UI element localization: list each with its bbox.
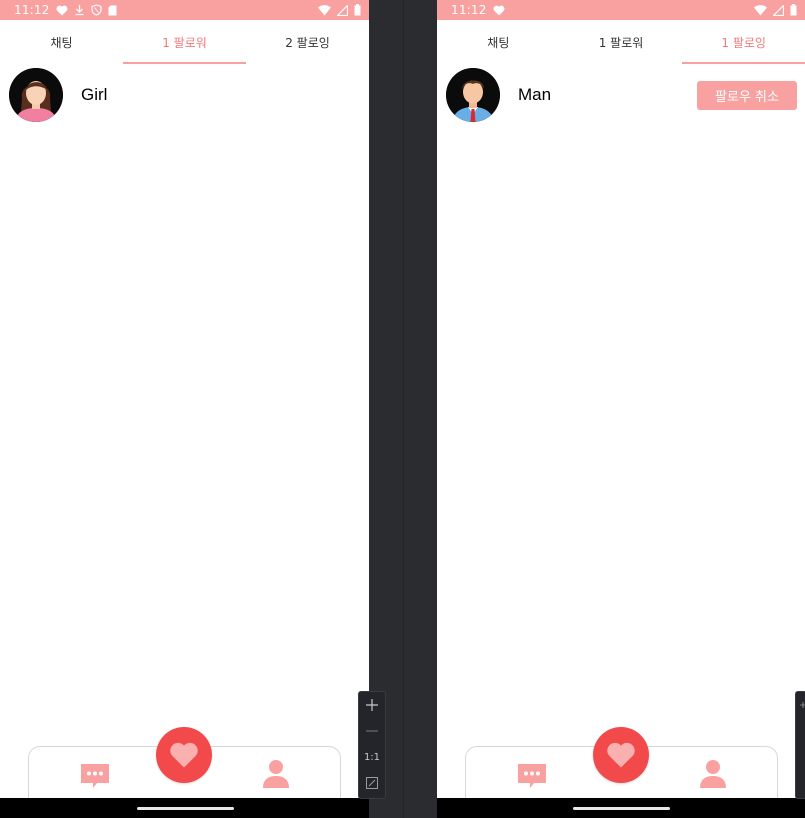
heart-button[interactable] xyxy=(156,727,212,783)
battery-status-icon xyxy=(354,4,361,16)
zoom-reset-button[interactable]: 1:1 xyxy=(359,744,385,770)
person-icon[interactable] xyxy=(699,759,727,789)
chat-bubble-icon[interactable] xyxy=(517,762,547,790)
tab-followers[interactable]: 1 팔로워 xyxy=(123,20,246,64)
list-item[interactable]: Man 팔로우 취소 xyxy=(437,66,805,124)
zoom-controls: 1:1 xyxy=(358,691,386,799)
status-bar: 11:12 xyxy=(0,0,369,20)
contact-name: Girl xyxy=(81,85,108,104)
tab-following[interactable]: 1 팔로잉 xyxy=(682,20,805,64)
person-icon[interactable] xyxy=(262,759,290,789)
battery-status-icon xyxy=(790,4,797,16)
contact-name: Man xyxy=(518,85,552,104)
girl-avatar xyxy=(9,68,63,122)
screen-divider xyxy=(403,0,404,818)
fit-screen-icon[interactable] xyxy=(359,770,385,796)
tab-chat-label: 채팅 xyxy=(487,35,510,50)
tab-bar: 채팅 1 팔로워 2 팔로잉 xyxy=(0,20,369,64)
zoom-controls xyxy=(795,691,805,799)
tab-chat[interactable]: 채팅 xyxy=(0,20,123,64)
status-time: 11:12 xyxy=(14,3,50,17)
tab-chat-label: 채팅 xyxy=(50,35,73,50)
zoom-in-icon[interactable] xyxy=(800,692,805,718)
tab-following[interactable]: 2 팔로잉 xyxy=(246,20,369,64)
tab-following-label: 2 팔로잉 xyxy=(285,35,330,50)
zoom-in-icon[interactable] xyxy=(359,692,385,718)
shield-status-icon xyxy=(91,4,102,16)
unfollow-button[interactable]: 팔로우 취소 xyxy=(697,81,797,110)
heart-status-icon xyxy=(493,5,505,16)
chat-bubble-icon[interactable] xyxy=(80,762,110,790)
status-bar: 11:12 xyxy=(437,0,805,20)
home-gesture-pill[interactable] xyxy=(136,807,234,810)
sdcard-status-icon xyxy=(108,5,117,16)
tab-followers[interactable]: 1 팔로워 xyxy=(560,20,683,64)
left-phone-screen: 11:12 채팅 1 팔로워 2 팔로잉 Girl xyxy=(0,0,369,818)
tab-bar: 채팅 1 팔로워 1 팔로잉 xyxy=(437,20,805,64)
wifi-status-icon xyxy=(318,4,331,16)
zoom-level: 1:1 xyxy=(363,751,381,763)
man-avatar xyxy=(446,68,500,122)
wifi-status-icon xyxy=(754,4,767,16)
status-time: 11:12 xyxy=(451,3,487,17)
heart-status-icon xyxy=(56,5,68,16)
system-nav-bar xyxy=(0,798,369,818)
heart-icon xyxy=(607,742,635,768)
signal-status-icon xyxy=(773,4,784,16)
home-gesture-pill[interactable] xyxy=(573,807,670,810)
list-item[interactable]: Girl xyxy=(0,66,369,124)
signal-status-icon xyxy=(337,4,348,16)
unfollow-label: 팔로우 취소 xyxy=(715,90,779,105)
tab-followers-label: 1 팔로워 xyxy=(598,35,644,50)
system-nav-bar xyxy=(437,798,805,818)
tab-following-label: 1 팔로잉 xyxy=(721,35,766,50)
heart-button[interactable] xyxy=(593,727,649,783)
emulator-stage: 11:12 채팅 1 팔로워 2 팔로잉 Girl 1:1 11:12 채팅 1… xyxy=(0,0,805,818)
heart-icon xyxy=(170,742,198,768)
tab-chat[interactable]: 채팅 xyxy=(437,20,560,64)
zoom-out-icon[interactable] xyxy=(359,718,385,744)
download-status-icon xyxy=(74,4,85,16)
tab-followers-label: 1 팔로워 xyxy=(162,35,207,50)
right-phone-screen: 11:12 채팅 1 팔로워 1 팔로잉 Man 팔로우 취소 xyxy=(437,0,805,818)
